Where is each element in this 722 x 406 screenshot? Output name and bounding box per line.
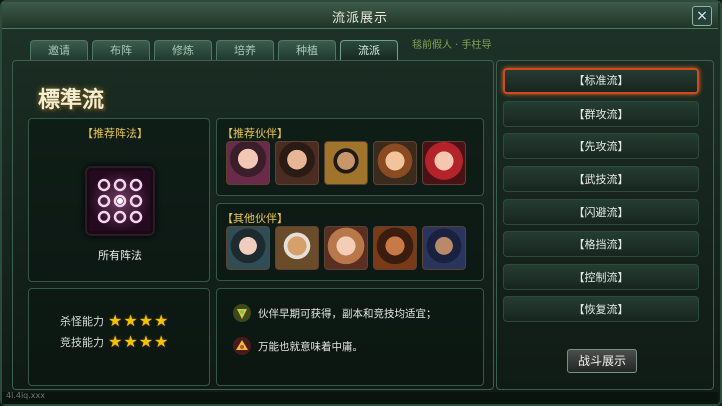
sidebar-item-first-strike[interactable]: 【先攻流】 (503, 133, 699, 159)
description-text: 万能也就意味着中庸。 (258, 340, 363, 353)
other-partners-label: 【其他伙伴】 (222, 212, 288, 225)
star-rating: ★★★★ (108, 332, 170, 351)
tab-plant[interactable]: 种植 (278, 40, 336, 60)
rating-label: 杀怪能力 (60, 314, 104, 328)
partner-portrait[interactable] (422, 141, 466, 185)
close-icon[interactable]: × (692, 6, 712, 26)
partner-portrait[interactable] (373, 141, 417, 185)
rating-row-arena: 竞技能力 ★★★★ (60, 332, 169, 351)
formation-grid-icon[interactable] (85, 166, 155, 236)
school-heading: 標準流 (38, 87, 105, 113)
star-rating: ★★★★ (108, 311, 170, 330)
tab-cultivate[interactable]: 修炼 (154, 40, 212, 60)
partner-portrait[interactable] (422, 226, 466, 270)
tab-school[interactable]: 流派 (340, 40, 398, 60)
bottom-strip (2, 392, 718, 404)
cons-badge-icon (233, 337, 251, 355)
partner-portrait[interactable] (373, 226, 417, 270)
tab-train[interactable]: 培养 (216, 40, 274, 60)
other-portraits (226, 226, 466, 270)
sidebar-item-standard[interactable]: 【标准流】 (503, 68, 699, 94)
title-bar: 流派展示 × (2, 2, 718, 29)
sidebar-item-recovery[interactable]: 【恢复流】 (503, 296, 699, 322)
rating-label: 竞技能力 (60, 335, 104, 349)
partner-portrait[interactable] (226, 226, 270, 270)
partner-portrait[interactable] (275, 141, 319, 185)
sidebar-item-control[interactable]: 【控制流】 (503, 264, 699, 290)
rating-row-kill: 杀怪能力 ★★★★ (60, 311, 169, 330)
tab-formation[interactable]: 布阵 (92, 40, 150, 60)
pros-badge-icon (233, 304, 251, 322)
sidebar-item-skill[interactable]: 【武技流】 (503, 166, 699, 192)
sidebar-item-block[interactable]: 【格挡流】 (503, 231, 699, 257)
battle-showcase-button[interactable]: 战斗展示 (567, 349, 637, 373)
background-caption: 毯前假人 · 手柱导 (412, 40, 492, 51)
formation-caption: 所有阵法 (98, 249, 142, 262)
description-text: 伙伴早期可获得，副本和竞技均适宜； (258, 307, 437, 320)
partner-portrait[interactable] (324, 226, 368, 270)
recommended-partners-label: 【推荐伙伴】 (222, 127, 288, 140)
sidebar-item-aoe[interactable]: 【群攻流】 (503, 101, 699, 127)
formation-label: 【推荐阵法】 (82, 127, 148, 140)
sidebar-item-dodge[interactable]: 【闪避流】 (503, 199, 699, 225)
tab-invite[interactable]: 邀请 (30, 40, 88, 60)
bottom-caption: 4l.4iq.xxx (6, 391, 45, 400)
description-row: 伙伴早期可获得，副本和竞技均适宜； (232, 303, 437, 323)
formation-grid-graphic (90, 171, 150, 231)
partner-portrait[interactable] (324, 141, 368, 185)
partner-portrait[interactable] (275, 226, 319, 270)
tab-bar: 邀请 布阵 修炼 培养 种植 流派 (30, 40, 398, 60)
partner-portrait[interactable] (226, 141, 270, 185)
window-title: 流派展示 (331, 11, 388, 26)
description-row: 万能也就意味着中庸。 (232, 336, 363, 356)
recommended-portraits (226, 141, 466, 185)
